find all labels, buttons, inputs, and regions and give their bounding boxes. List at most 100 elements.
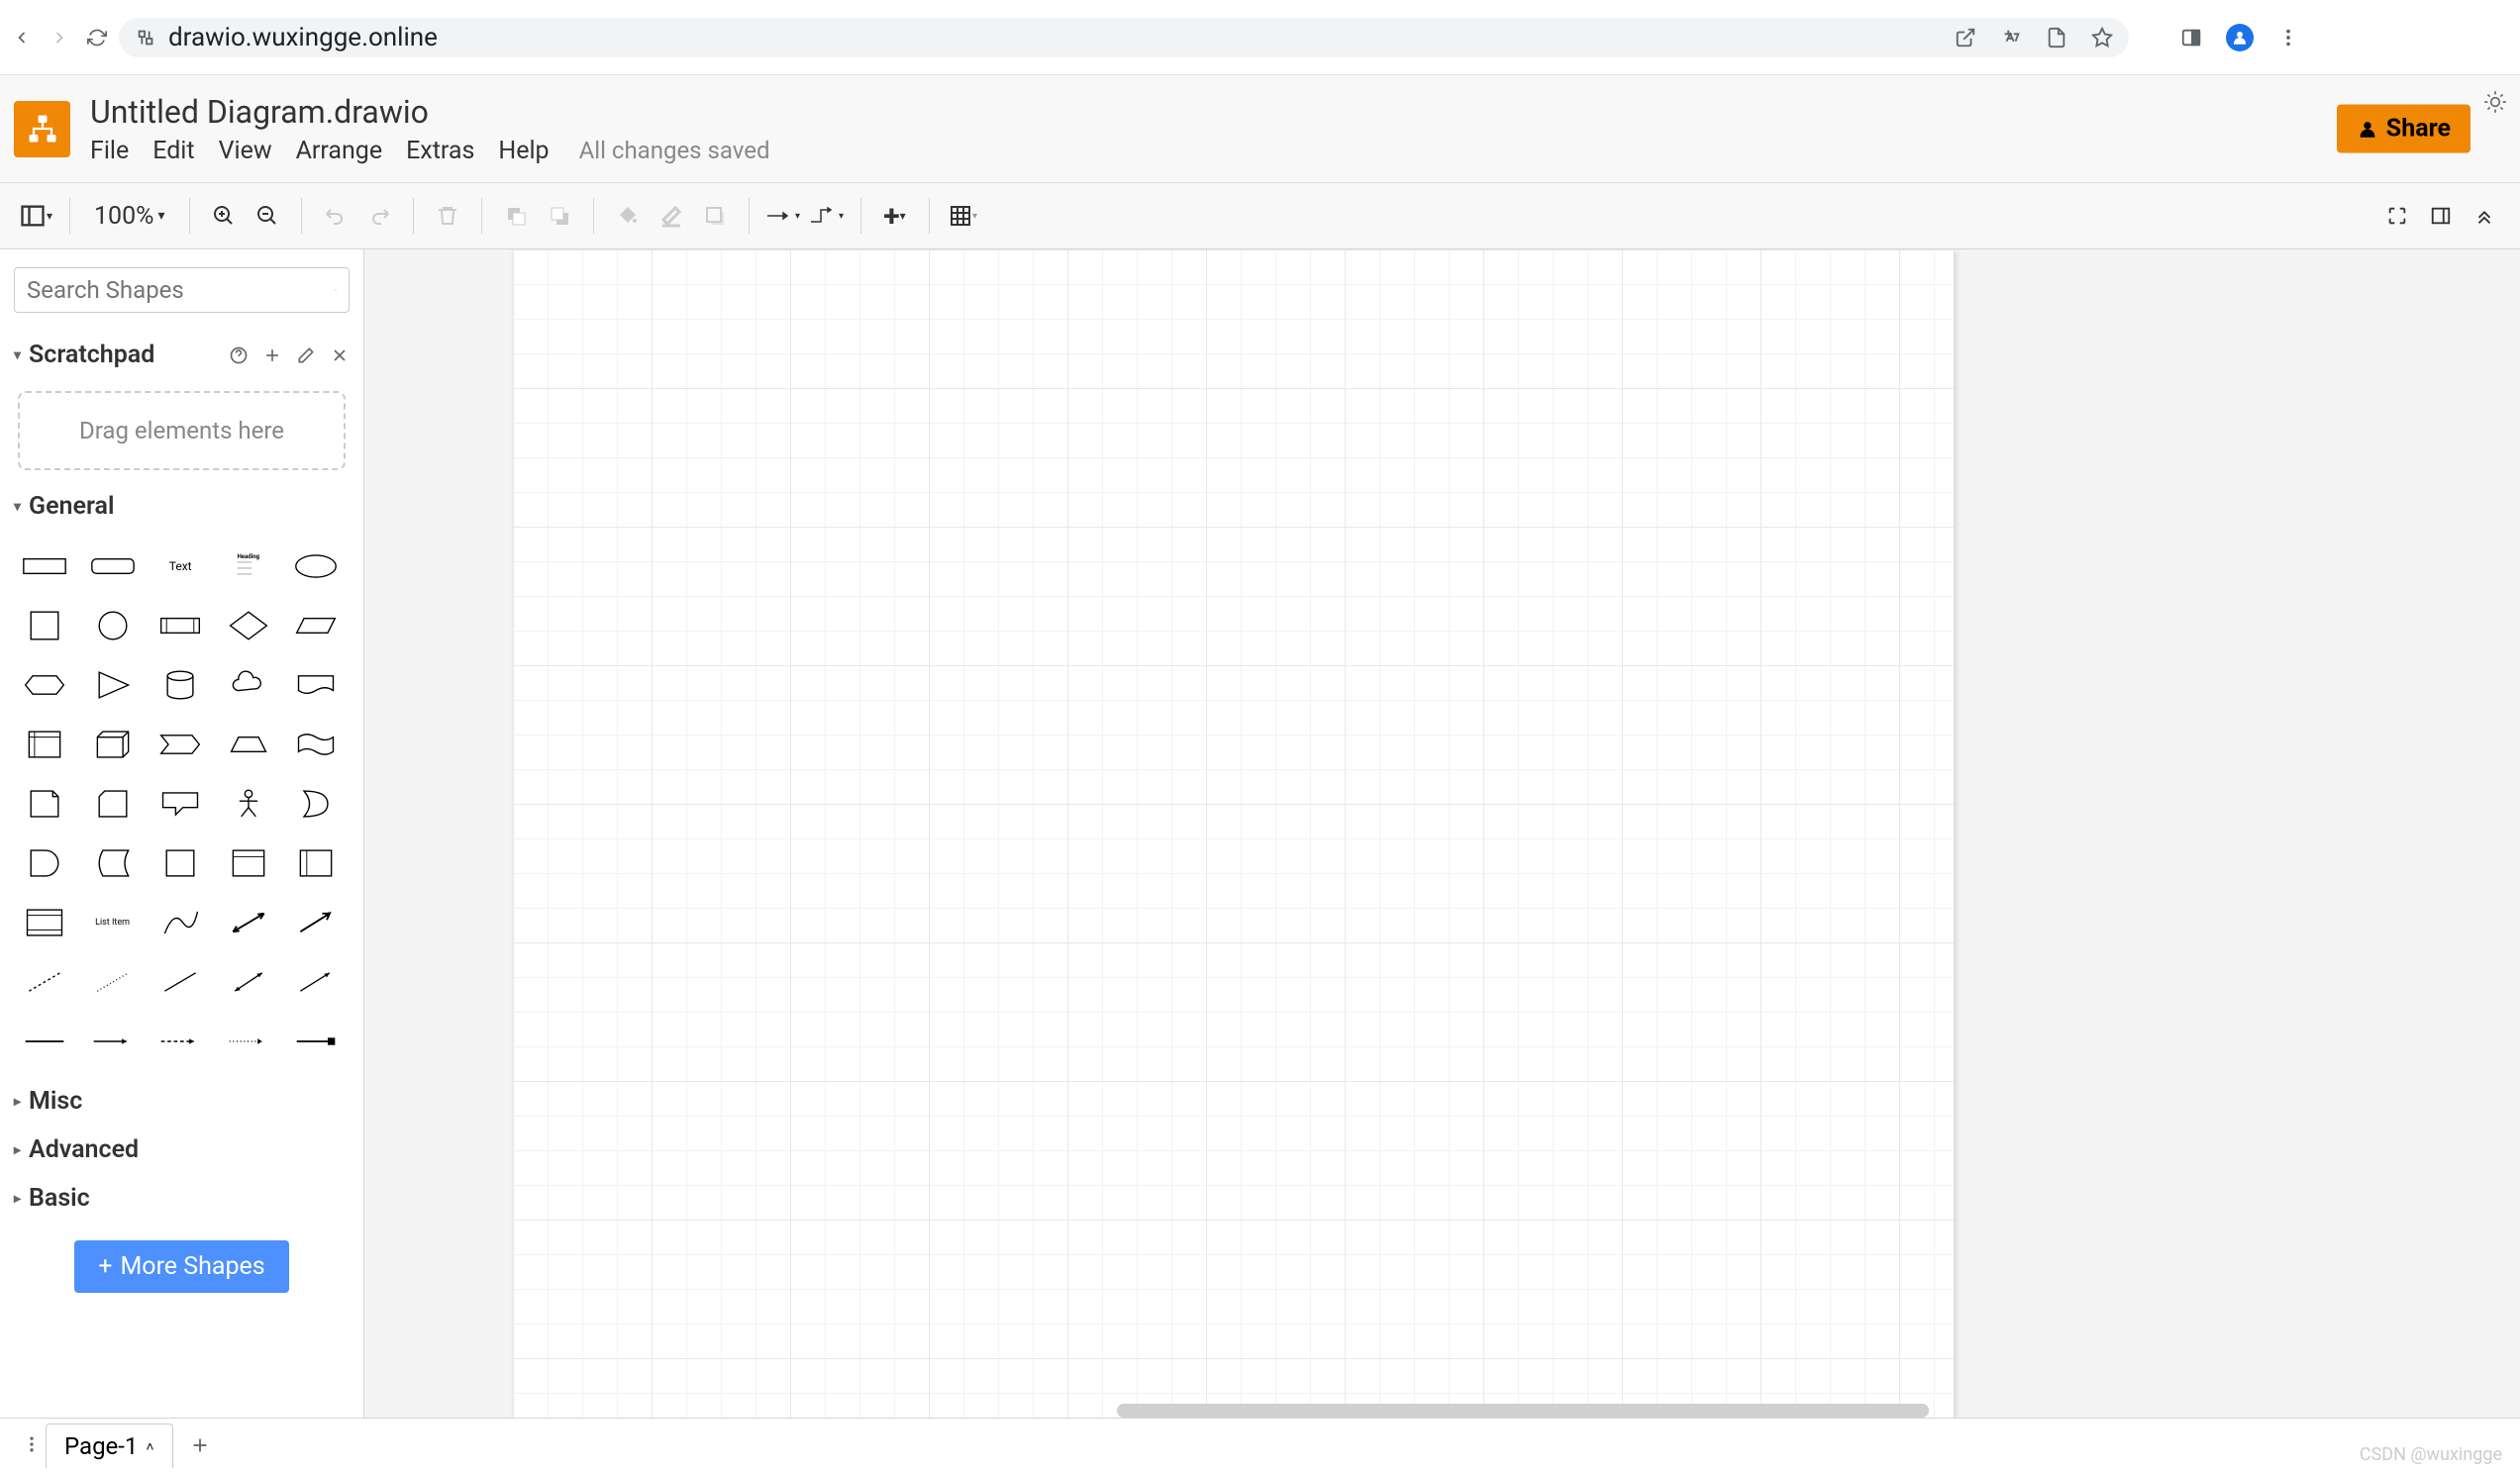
shape-container[interactable]: [150, 835, 211, 891]
shape-bidirectional-arrow[interactable]: [218, 895, 279, 950]
shape-diamond[interactable]: [218, 598, 279, 653]
pages-menu-icon[interactable]: [14, 1434, 38, 1458]
shape-cloud[interactable]: [218, 657, 279, 713]
waypoints-button[interactable]: ▾: [809, 198, 845, 234]
shape-process[interactable]: [150, 598, 211, 653]
star-icon[interactable]: [2091, 27, 2113, 49]
forward-icon[interactable]: [50, 28, 69, 48]
site-settings-icon[interactable]: [135, 27, 156, 49]
close-icon[interactable]: [330, 345, 350, 365]
add-icon[interactable]: [262, 345, 282, 365]
shape-card[interactable]: [82, 776, 144, 832]
shape-rectangle[interactable]: [14, 539, 75, 594]
appearance-icon[interactable]: [2482, 89, 2508, 115]
shape-simple-arrow[interactable]: [82, 1014, 144, 1069]
chrome-menu-icon[interactable]: [2277, 27, 2299, 49]
reload-icon[interactable]: [87, 28, 107, 48]
scratchpad-drop[interactable]: Drag elements here: [18, 391, 346, 470]
menu-extras[interactable]: Extras: [406, 137, 474, 165]
shape-dotted-line[interactable]: [82, 954, 144, 1010]
shape-list[interactable]: [14, 895, 75, 950]
redo-button[interactable]: [361, 198, 397, 234]
shape-link[interactable]: [14, 1014, 75, 1069]
shape-cylinder[interactable]: [150, 657, 211, 713]
help-icon[interactable]: [229, 345, 249, 365]
misc-header[interactable]: ▸ Misc: [0, 1077, 363, 1126]
shadow-button[interactable]: [697, 198, 733, 234]
shape-dashed-line[interactable]: [14, 954, 75, 1010]
undo-button[interactable]: [318, 198, 353, 234]
delete-button[interactable]: [430, 198, 465, 234]
shape-connector-end[interactable]: [285, 1014, 347, 1069]
page-tab[interactable]: Page-1 ˄: [46, 1424, 173, 1468]
shape-bidirectional-connector[interactable]: [218, 954, 279, 1010]
menu-arrange[interactable]: Arrange: [296, 137, 382, 165]
shape-directional-connector[interactable]: [285, 954, 347, 1010]
shape-or[interactable]: [285, 776, 347, 832]
shape-rounded-rectangle[interactable]: [82, 539, 144, 594]
profile-avatar[interactable]: [2226, 24, 2254, 51]
to-front-button[interactable]: [498, 198, 534, 234]
shape-internal-storage[interactable]: [14, 717, 75, 772]
shape-parallelogram[interactable]: [285, 598, 347, 653]
shape-text[interactable]: Text: [150, 539, 211, 594]
app-logo[interactable]: [14, 101, 70, 157]
table-button[interactable]: ▾: [946, 198, 981, 234]
shape-trapezoid[interactable]: [218, 717, 279, 772]
scratchpad-header[interactable]: ▾ Scratchpad: [0, 331, 363, 379]
sidepanel-icon[interactable]: [2180, 27, 2202, 49]
shape-note[interactable]: [14, 776, 75, 832]
shape-vertical-container[interactable]: [285, 835, 347, 891]
shape-data-storage[interactable]: [82, 835, 144, 891]
collapse-button[interactable]: [2467, 198, 2502, 234]
general-header[interactable]: ▾ General: [0, 482, 363, 531]
back-icon[interactable]: [12, 28, 32, 48]
shape-collapsible[interactable]: [218, 835, 279, 891]
shape-dashed-arrow[interactable]: [150, 1014, 211, 1069]
menu-view[interactable]: View: [219, 137, 272, 165]
open-external-icon[interactable]: [1955, 27, 1976, 49]
search-shapes-input[interactable]: [27, 276, 335, 304]
search-shapes[interactable]: [14, 267, 350, 313]
shape-document[interactable]: [285, 657, 347, 713]
shape-ellipse[interactable]: [285, 539, 347, 594]
shape-callout[interactable]: [150, 776, 211, 832]
shape-tape[interactable]: [285, 717, 347, 772]
zoom-in-button[interactable]: [206, 198, 242, 234]
shape-dotted-arrow[interactable]: [218, 1014, 279, 1069]
translate-icon[interactable]: [2000, 27, 2022, 49]
line-color-button[interactable]: [654, 198, 689, 234]
shape-circle[interactable]: [82, 598, 144, 653]
horizontal-scrollbar[interactable]: [1117, 1404, 1929, 1418]
shape-square[interactable]: [14, 598, 75, 653]
format-panel-button[interactable]: [2423, 198, 2459, 234]
menu-file[interactable]: File: [90, 137, 129, 165]
menu-edit[interactable]: Edit: [152, 137, 194, 165]
fill-color-button[interactable]: [610, 198, 646, 234]
shape-curve[interactable]: [150, 895, 211, 950]
canvas-paper[interactable]: [513, 249, 1954, 1418]
zoom-out-button[interactable]: [250, 198, 285, 234]
shape-step[interactable]: [150, 717, 211, 772]
insert-button[interactable]: +▾: [877, 198, 913, 234]
shape-line[interactable]: [150, 954, 211, 1010]
add-page-button[interactable]: [181, 1434, 205, 1458]
document-icon[interactable]: [2046, 27, 2067, 49]
edit-icon[interactable]: [296, 345, 316, 365]
fullscreen-button[interactable]: [2379, 198, 2415, 234]
more-shapes-button[interactable]: + More Shapes: [74, 1240, 288, 1293]
search-icon[interactable]: [335, 279, 337, 301]
canvas-area[interactable]: [364, 249, 2520, 1418]
basic-header[interactable]: ▸ Basic: [0, 1174, 363, 1223]
share-button[interactable]: Share: [2337, 105, 2470, 153]
menu-help[interactable]: Help: [498, 137, 549, 165]
to-back-button[interactable]: [542, 198, 577, 234]
shape-arrow[interactable]: [285, 895, 347, 950]
shape-textbox[interactable]: Heading━━━━━━━━━━━━: [218, 539, 279, 594]
shape-actor[interactable]: [218, 776, 279, 832]
advanced-header[interactable]: ▸ Advanced: [0, 1126, 363, 1174]
shape-list-item[interactable]: List Item: [82, 895, 144, 950]
sidebar-toggle-button[interactable]: ▾: [18, 198, 53, 234]
shape-hexagon[interactable]: [14, 657, 75, 713]
shape-and[interactable]: [14, 835, 75, 891]
